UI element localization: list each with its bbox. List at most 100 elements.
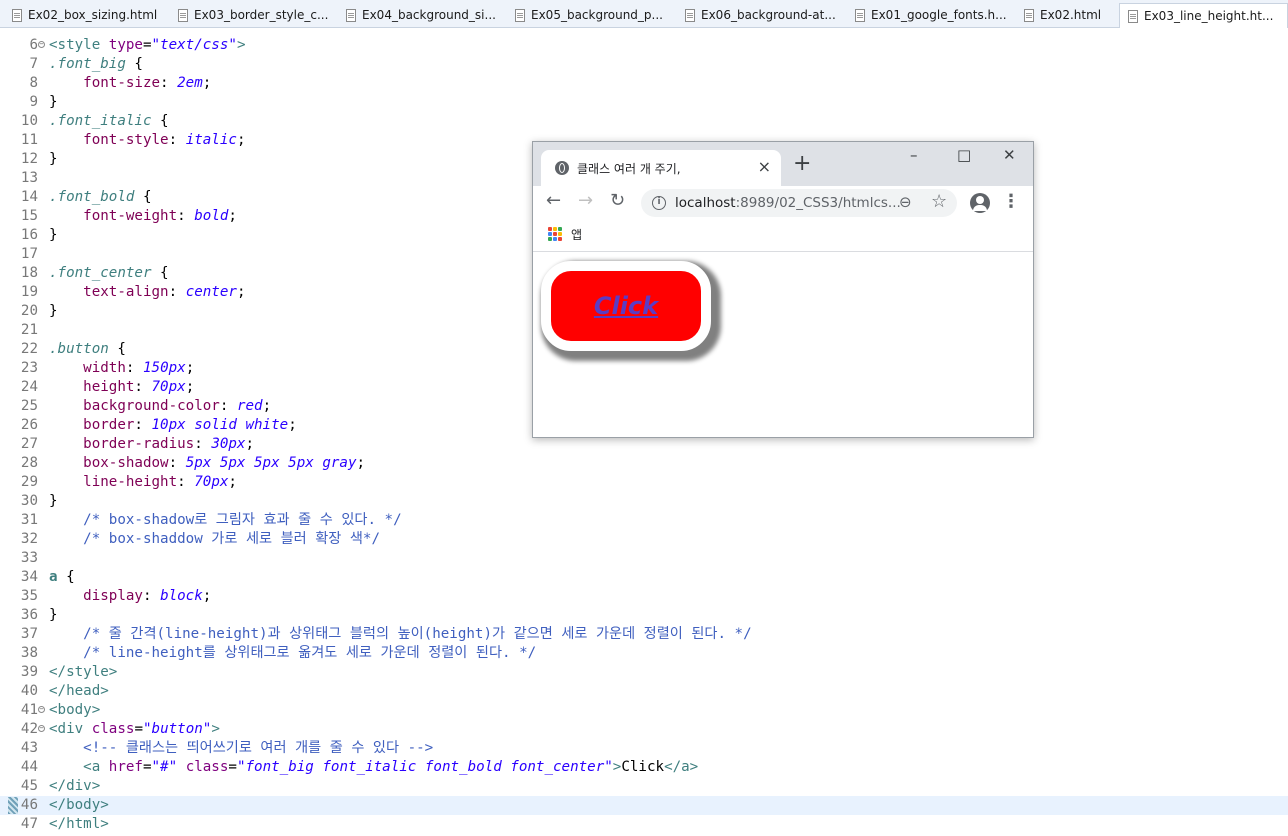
minimize-icon[interactable]: – <box>910 146 918 164</box>
code-line[interactable]: 39 </style> <box>0 663 1288 682</box>
code-line[interactable]: 30} <box>0 492 1288 511</box>
click-link[interactable]: Click <box>551 271 701 341</box>
line-number: 40 <box>20 683 38 699</box>
code-line[interactable]: 42− <div class="button"> <box>0 720 1288 739</box>
editor-tab[interactable]: Ex04_background_si... <box>338 3 507 27</box>
line-number: 37 <box>20 626 38 642</box>
editor-tab[interactable]: Ex03_border_style_c... <box>170 3 338 27</box>
code-line[interactable]: 28 box-shadow: 5px 5px 5px 5px gray; <box>0 454 1288 473</box>
line-number: 33 <box>20 550 38 566</box>
reload-icon[interactable]: ↻ <box>610 190 625 211</box>
code-line[interactable]: 46 </body> <box>0 796 1288 815</box>
forward-icon[interactable]: → <box>578 190 593 211</box>
line-number: 47 <box>20 816 38 832</box>
apps-bookmark-label[interactable]: 앱 <box>571 226 582 243</box>
back-icon[interactable]: ← <box>546 190 561 211</box>
close-window-icon[interactable]: ✕ <box>1003 146 1016 164</box>
code-line[interactable]: 40 </head> <box>0 682 1288 701</box>
line-number: 43 <box>20 740 38 756</box>
code-line[interactable]: 31 /* box-shadow로 그림자 효과 줄 수 있다. */ <box>0 511 1288 530</box>
code-line[interactable]: 41− <body> <box>0 701 1288 720</box>
html-file-icon <box>1024 8 1034 22</box>
maximize-icon[interactable]: □ <box>957 146 971 164</box>
line-number: 45 <box>20 778 38 794</box>
editor-tab-active[interactable]: Ex03_line_height.ht... <box>1119 3 1288 28</box>
code-text: .font_italic { <box>49 113 169 129</box>
code-text: font-size: 2em; <box>83 75 212 91</box>
browser-toolbar: ← → ↻ i localhost:8989/02_CSS3/htmlcs...… <box>533 186 1033 220</box>
code-text: .font_center { <box>49 265 169 281</box>
browser-tab-title: 클래스 여러 개 주기, <box>577 162 681 176</box>
code-line[interactable]: 8 font-size: 2em; <box>0 74 1288 93</box>
code-text: } <box>49 94 58 110</box>
editor-tab[interactable]: Ex02_box_sizing.html <box>4 3 170 27</box>
code-text: font-weight: bold; <box>83 208 237 224</box>
line-number: 46 <box>20 797 38 813</box>
account-icon[interactable] <box>970 193 990 213</box>
address-bar[interactable]: i localhost:8989/02_CSS3/htmlcs... ⊖ ☆ <box>641 189 957 217</box>
apps-grid-icon[interactable] <box>548 227 562 241</box>
editor-tab[interactable]: Ex02.html <box>1016 3 1119 27</box>
line-number: 32 <box>20 531 38 547</box>
fold-toggle-icon[interactable]: − <box>38 725 45 732</box>
line-number: 30 <box>20 493 38 509</box>
editor-tab[interactable]: Ex05_background_p... <box>507 3 677 27</box>
fold-toggle-icon[interactable]: − <box>38 41 45 48</box>
code-line[interactable]: 47 </html> <box>0 815 1288 834</box>
code-text: <body> <box>49 702 101 718</box>
code-line[interactable]: 32 /* box-shaddow 가로 세로 블러 확장 색*/ <box>0 530 1288 549</box>
line-number: 22 <box>20 341 38 357</box>
code-line[interactable]: 10 .font_italic { <box>0 112 1288 131</box>
code-line[interactable]: 44 <a href="#" class="font_big font_ital… <box>0 758 1288 777</box>
editor-tab[interactable]: Ex06_background-at... <box>677 3 847 27</box>
bookmarks-bar: 앱 <box>533 220 1033 252</box>
fold-toggle-icon[interactable]: − <box>38 706 45 713</box>
code-text: line-height: 70px; <box>83 474 237 490</box>
code-line[interactable]: 7 .font_big { <box>0 55 1288 74</box>
line-number: 20 <box>20 303 38 319</box>
menu-icon[interactable]: ⋮ <box>1002 191 1020 212</box>
bookmark-star-icon[interactable]: ☆ <box>931 191 947 212</box>
line-number: 15 <box>20 208 38 224</box>
code-text: .button { <box>49 341 126 357</box>
html-file-icon <box>855 8 865 22</box>
code-line[interactable]: 38 /* line-height를 상위태그로 옮겨도 세로 가운데 정렬이 … <box>0 644 1288 663</box>
line-number: 19 <box>20 284 38 300</box>
new-tab-icon[interactable]: + <box>793 152 811 176</box>
info-icon[interactable]: i <box>652 196 666 210</box>
code-line[interactable]: 35 display: block; <box>0 587 1288 606</box>
code-text: </div> <box>49 778 101 794</box>
line-number: 6 <box>29 37 38 53</box>
code-line[interactable]: 45 </div> <box>0 777 1288 796</box>
code-line[interactable]: 37 /* 줄 간격(line-height)과 상위태그 블럭의 높이(hei… <box>0 625 1288 644</box>
tab-close-icon[interactable]: × <box>758 157 771 176</box>
code-text: </html> <box>49 816 109 832</box>
line-number: 7 <box>29 56 38 72</box>
code-line[interactable]: 9} <box>0 93 1288 112</box>
code-text: <!-- 클래스는 띄어쓰기로 여러 개를 줄 수 있다 --> <box>83 740 434 756</box>
code-text: </body> <box>49 797 109 813</box>
code-line[interactable]: 43 <!-- 클래스는 띄어쓰기로 여러 개를 줄 수 있다 --> <box>0 739 1288 758</box>
code-line[interactable]: 36} <box>0 606 1288 625</box>
code-line[interactable]: 34 a { <box>0 568 1288 587</box>
html-file-icon <box>178 8 188 22</box>
html-file-icon <box>12 8 22 22</box>
code-line[interactable]: 29 line-height: 70px; <box>0 473 1288 492</box>
editor-tab[interactable]: Ex01_google_fonts.h... <box>847 3 1016 27</box>
line-number: 35 <box>20 588 38 604</box>
line-number: 16 <box>20 227 38 243</box>
code-text: /* 줄 간격(line-height)과 상위태그 블럭의 높이(height… <box>83 626 752 642</box>
code-text: /* box-shaddow 가로 세로 블러 확장 색*/ <box>83 531 381 547</box>
zoom-icon[interactable]: ⊖ <box>899 193 912 211</box>
code-text: display: block; <box>83 588 212 604</box>
line-number: 31 <box>20 512 38 528</box>
line-number: 38 <box>20 645 38 661</box>
browser-tab[interactable]: 클래스 여러 개 주기, × <box>541 150 781 186</box>
globe-icon <box>555 161 569 175</box>
code-text: </style> <box>49 664 118 680</box>
line-number: 24 <box>20 379 38 395</box>
browser-window: 클래스 여러 개 주기, × + – □ ✕ ← → ↻ i localhost… <box>532 141 1034 438</box>
code-line[interactable]: 6− <style type="text/css"> <box>0 36 1288 55</box>
code-line[interactable]: 33 <box>0 549 1288 568</box>
demo-button-box: Click <box>541 261 711 351</box>
